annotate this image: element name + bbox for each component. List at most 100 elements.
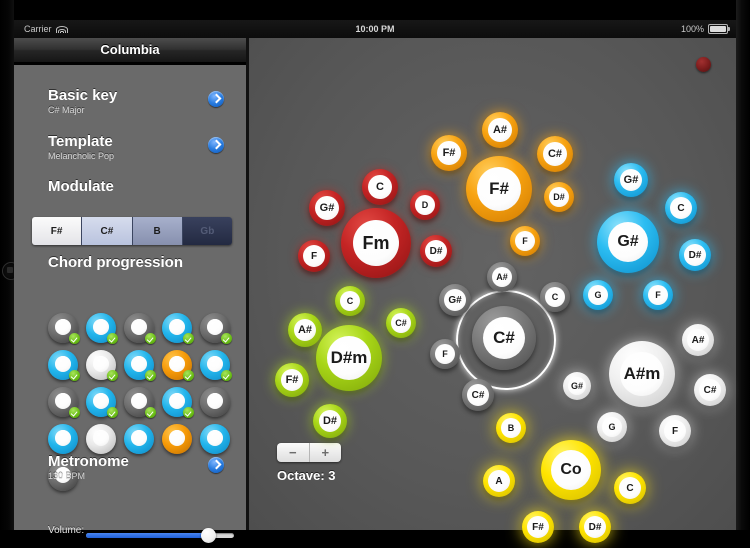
chord-label: D [415,195,435,215]
note-Csharp-3[interactable]: F [430,339,460,369]
chord-slot-r1-c2[interactable] [86,313,118,344]
chord-slot-r3-c5[interactable] [200,387,230,417]
note-Gsharp-4[interactable]: F [643,280,673,310]
chord-slot-r2-c5[interactable] [200,350,232,381]
note-Fm-3[interactable]: F [298,240,330,272]
note-Dsharpm-4[interactable]: D# [313,404,347,438]
modulate-segmented-control[interactable]: F# C# B Gb [32,217,232,245]
note-Dsharpm-3[interactable]: F# [275,363,309,397]
navigation-bar: Columbia [14,38,246,63]
chord-slot-r1-c3[interactable] [124,313,156,344]
chord-label: F [435,344,455,364]
record-dot-icon[interactable] [696,57,711,72]
chord-slot-r3-c4[interactable] [162,387,194,418]
note-Csharp-4[interactable]: C# [462,379,494,411]
chord-cluster-Co[interactable]: Co [541,440,601,500]
note-Dsharpm-1[interactable]: A# [288,313,322,347]
clock-label: 10:00 PM [355,24,395,34]
note-Fsharp-0[interactable]: A# [482,112,518,148]
note-Co-2[interactable]: C [614,472,646,504]
chord-label: G# [608,222,648,262]
note-Gsharp-1[interactable]: C [665,192,697,224]
chord-slot-r4-c5[interactable] [200,424,230,454]
note-Asharpm-3[interactable]: F [659,415,691,447]
chord-slot-r2-c2[interactable] [86,350,118,381]
chord-slot-r3-c3[interactable] [124,387,156,418]
chord-label: D# [584,516,606,538]
check-icon [107,333,118,344]
chord-label: A# [488,118,512,142]
chevron-right-icon[interactable] [208,91,224,107]
chevron-right-icon[interactable] [208,137,224,153]
note-Co-3[interactable]: F# [522,511,554,543]
note-Csharp-0[interactable]: A# [487,262,517,292]
note-Fm-0[interactable]: C [362,169,398,205]
modulate-segment-2[interactable]: B [132,217,183,245]
note-Fm-4[interactable]: D# [420,235,452,267]
note-Gsharp-2[interactable]: D# [679,239,711,271]
note-Dsharpm-0[interactable]: C [335,286,365,316]
note-Asharpm-1[interactable]: C# [694,374,726,406]
modulate-segment-3[interactable]: Gb [182,217,232,245]
note-Csharp-2[interactable]: C [540,282,570,312]
note-Fsharp-3[interactable]: D# [544,182,574,212]
chord-cluster-Gsharp[interactable]: G# [597,211,659,273]
octave-plus-button[interactable]: + [309,443,341,462]
note-Fsharp-4[interactable]: F [510,226,540,256]
note-Asharpm-0[interactable]: A# [682,324,714,356]
octave-minus-button[interactable]: − [277,443,310,462]
chord-cluster-Fm[interactable]: Fm [341,208,411,278]
octave-stepper[interactable]: − + [277,443,341,462]
chevron-right-icon[interactable] [208,457,224,473]
chord-label: F [664,420,686,442]
modulate-segment-0[interactable]: F# [32,217,83,245]
chord-cluster-Csharp[interactable]: C# [472,306,536,370]
status-bar: Carrier 10:00 PM 100% [14,20,736,38]
chord-slot-r2-c4[interactable] [162,350,194,381]
chord-slot-r1-c1[interactable] [48,313,80,344]
modulate-segment-1[interactable]: C# [82,217,133,245]
chord-slot-r4-c2[interactable] [86,424,116,454]
note-Csharp-1[interactable]: G# [439,284,471,316]
note-Co-4[interactable]: D# [579,511,611,543]
sidebar-item-template[interactable]: Template Melancholic Pop [14,133,246,161]
chord-slot-r4-c1[interactable] [48,424,78,454]
note-Fm-2[interactable]: D [410,190,440,220]
sidebar-item-metronome[interactable]: Metronome 130 BPM [14,453,246,481]
chord-cluster-Asharpm[interactable]: A#m [609,341,675,407]
check-icon [69,333,80,344]
chord-slot-r4-c4[interactable] [162,424,192,454]
chord-cluster-Fsharp[interactable]: F# [466,156,532,222]
note-Fm-1[interactable]: G# [309,190,345,226]
note-Dsharpm-2[interactable]: C# [386,308,416,338]
chord-slot-r3-c1[interactable] [48,387,80,418]
chord-slot-center [207,393,223,409]
note-Gsharp-0[interactable]: G# [614,163,648,197]
chord-slot-r4-c3[interactable] [124,424,154,454]
chord-slot-r2-c3[interactable] [124,350,156,381]
chord-label: C# [699,379,721,401]
note-Fsharp-1[interactable]: F# [431,135,467,171]
ipad-device: Carrier 10:00 PM 100% Columbia Basic key… [0,0,750,548]
chord-slot-center [93,319,109,335]
chord-cluster-Dsharpm[interactable]: D#m [316,325,382,391]
note-Asharpm-4[interactable]: G# [563,372,591,400]
note-Fsharp-2[interactable]: C# [537,136,573,172]
sidebar-body: Basic key C# Major Template Melancholic … [14,65,246,543]
volume-slider[interactable] [86,528,234,543]
check-icon [221,370,232,381]
note-Co-0[interactable]: B [496,413,526,443]
note-Co-1[interactable]: A [483,465,515,497]
check-icon [107,370,118,381]
chord-board[interactable]: − + Octave: 3 C G# D F D# Fm A# F# C# D# F F# G# C D# G… [249,38,736,543]
chord-slot-r3-c2[interactable] [86,387,118,418]
note-Asharpm-2[interactable]: G [597,412,627,442]
chord-slot-r1-c5[interactable] [200,313,232,344]
volume-label: Volume: [48,525,85,536]
chord-slot-r1-c4[interactable] [162,313,194,344]
note-Gsharp-3[interactable]: G [583,280,613,310]
sidebar-item-basic-key[interactable]: Basic key C# Major [14,87,246,115]
volume-slider-knob[interactable] [201,528,216,543]
chord-slot-r2-c1[interactable] [48,350,80,381]
chord-label: D# [319,410,341,432]
